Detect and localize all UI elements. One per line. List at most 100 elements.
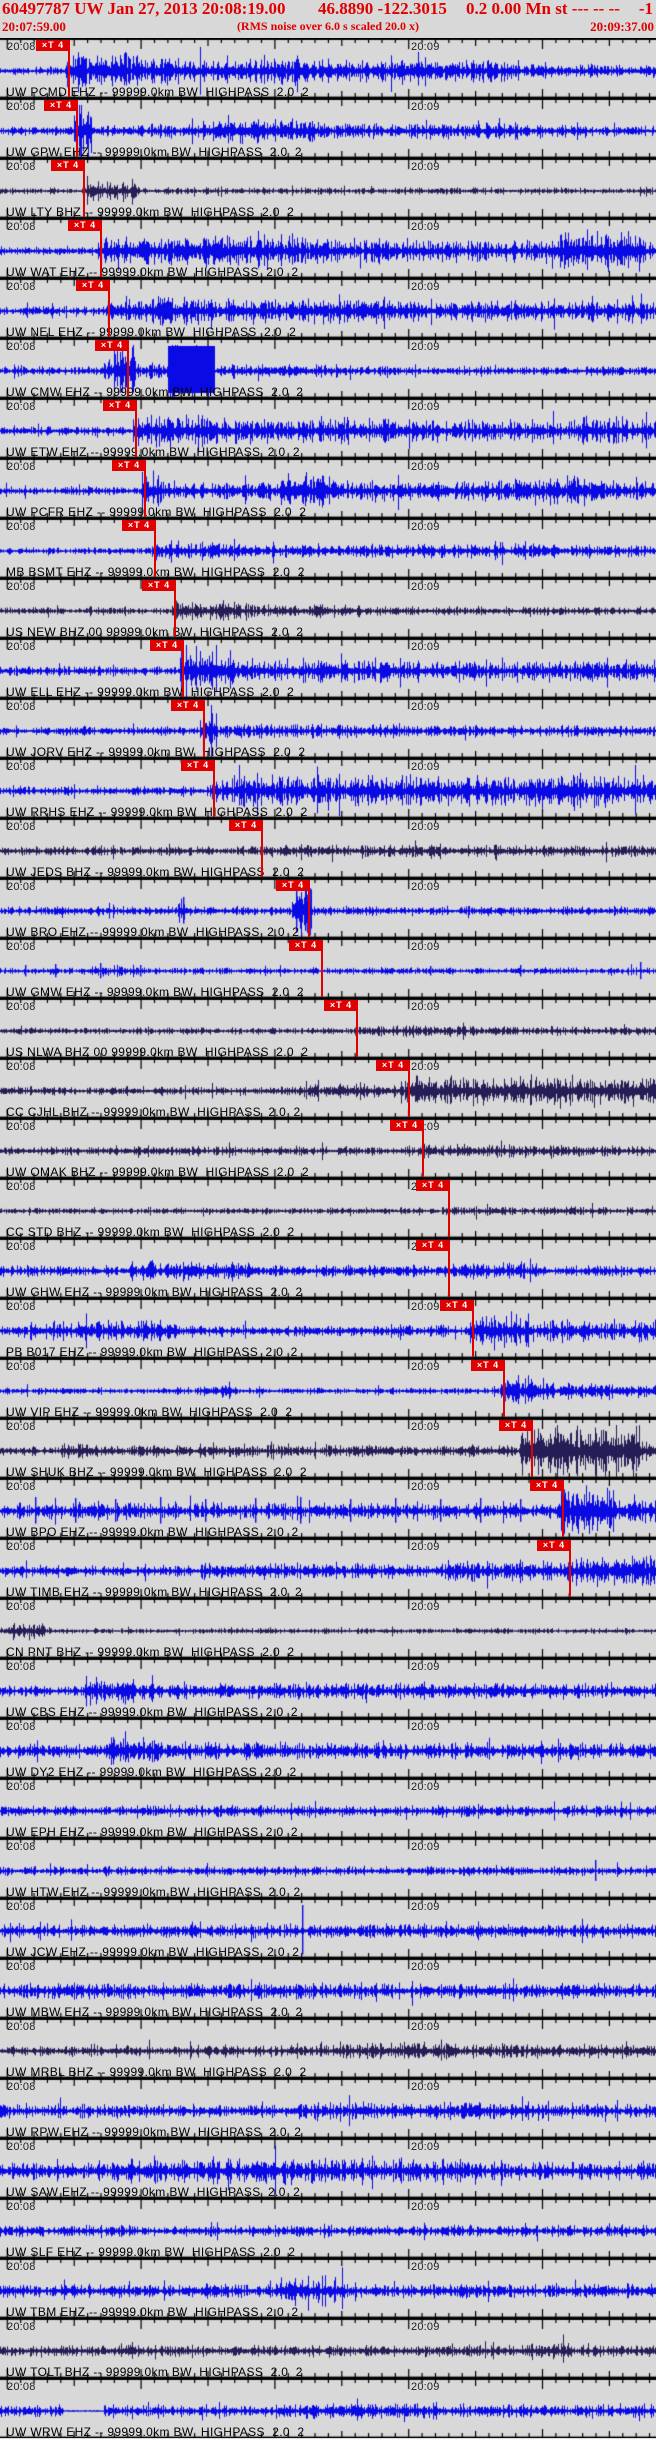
trace-row: 20:08 20:09 UW PCMD EHZ -- 99999.0km BW HI…: [0, 38, 656, 99]
trigger-flag[interactable]: ×T 4: [181, 760, 215, 771]
minute-label-right: 20:09: [411, 41, 440, 53]
trace-row: 20:08 20:09 UW BRO EHZ -- 99999.0km BW HIG…: [0, 878, 656, 939]
event-title-line: 60497787 UW Jan 27, 2013 20:08:19.00 46.…: [0, 0, 656, 18]
trace-row: 20:08 20:09 UW EPH EHZ -- 99999.0km BW HIG…: [0, 1778, 656, 1839]
trace-row: 20:08 20:09 UW TBM EHZ -- 99999.0km BW HIG…: [0, 2258, 656, 2319]
trace-row: 20:08 20:09 UW MBW EHZ -- 99999.0km BW HIG…: [0, 1958, 656, 2019]
station-channel-label: UW RPW EHZ -- 99999.0km BW HIGHPASS 2.0 …: [6, 2125, 302, 2139]
station-channel-label: UW GMW EHZ -- 99999.0km BW HIGHPASS 2.0 …: [6, 985, 304, 999]
trace-row: 20:08 20:09 UW JORV EHZ -- 99999.0km BW HI…: [0, 698, 656, 759]
station-channel-label: UW TBM EHZ -- 99999.0km BW HIGHPASS 2.0 …: [6, 2305, 299, 2319]
trace-row: 20:08 20:09 UW VIP EHZ -- 99999.0km BW HIG…: [0, 1358, 656, 1419]
trigger-flag[interactable]: ×T 4: [51, 160, 85, 171]
trigger-flag[interactable]: ×T 4: [471, 1360, 505, 1371]
minute-label-left: 20:08: [7, 1601, 36, 1613]
minute-label-right: 20:09: [411, 2081, 440, 2093]
trace-row: 20:08 20:09 UW ETW EHZ -- 99999.0km BW HIG…: [0, 398, 656, 459]
trigger-flag[interactable]: ×T 4: [289, 940, 323, 951]
trigger-flag[interactable]: ×T 4: [324, 1000, 358, 1011]
trace-row: 20:08 20:09 UW ELL EHZ -- 99999.0km BW HIG…: [0, 638, 656, 699]
trigger-flag[interactable]: ×T 4: [68, 220, 102, 231]
station-channel-label: UW PCMD EHZ -- 99999.0km BW HIGHPASS 2.0…: [6, 85, 309, 99]
station-channel-label: UW WRW EHZ -- 99999.0km BW HIGHPASS 2.0 …: [6, 2425, 305, 2439]
minute-label-left: 20:08: [7, 1001, 36, 1013]
trigger-flag[interactable]: ×T 4: [44, 100, 78, 111]
minute-label-right: 20:09: [411, 2141, 440, 2153]
minute-label-left: 20:08: [7, 41, 36, 53]
minute-label-right: 20:09: [411, 1661, 440, 1673]
station-channel-label: UW SAW EHZ -- 99999.0km BW HIGHPASS 2.0 …: [6, 2185, 301, 2199]
minute-label-right: 20:09: [411, 2381, 440, 2393]
trace-row: 20:08 20:09 UW NEL EHZ -- 99999.0km BW HIG…: [0, 278, 656, 339]
minute-label-left: 20:08: [7, 1961, 36, 1973]
trace-row: 20:0820:09UW GHW EHZ -- 99999.0km BW HIG…: [0, 1238, 656, 1299]
trace-row: 20:08 20:09 UW GMW EHZ -- 99999.0km BW HIG…: [0, 938, 656, 999]
trace-row: 20:08 20:09 UW HTW EHZ -- 99999.0km BW HIG…: [0, 1838, 656, 1899]
station-channel-label: UW BRO EHZ -- 99999.0km BW HIGHPASS 2.0 …: [6, 925, 300, 939]
station-channel-label: UW GPW EHZ -- 99999.0km BW HIGHPASS 2.0 …: [6, 145, 302, 159]
event-magnitude-info: 0.2 0.00 Mn st --- -- --: [466, 0, 620, 18]
trigger-flag[interactable]: ×T 4: [416, 1180, 450, 1191]
trigger-flag[interactable]: ×T 4: [499, 1420, 533, 1431]
trigger-flag[interactable]: ×T 4: [416, 1240, 450, 1251]
minute-label-left: 20:08: [7, 1781, 36, 1793]
station-channel-label: UW BPO EHZ -- 99999.0km BW HIGHPASS 2.0 …: [6, 1525, 299, 1539]
trigger-flag[interactable]: ×T 4: [76, 280, 110, 291]
minute-label-left: 20:08: [7, 521, 36, 533]
trigger-flag[interactable]: ×T 4: [376, 1060, 410, 1071]
station-channel-label: UW ETW EHZ -- 99999.0km BW HIGHPASS 2.0 …: [6, 445, 300, 459]
window-start-time: 20:07:59.00: [2, 19, 66, 34]
trigger-flag[interactable]: ×T 4: [440, 1300, 474, 1311]
minute-label-left: 20:08: [7, 1301, 36, 1313]
trace-row: 20:0820:09CC STD BHZ -- 99999.0km BW HIG…: [0, 1178, 656, 1239]
trace-row: 20:08 20:09 PB B017 EHZ -- 99999.0km BW HI…: [0, 1298, 656, 1359]
minute-label-left: 20:08: [7, 221, 36, 233]
minute-label-right: 20:09: [411, 1481, 440, 1493]
minute-label-left: 20:08: [7, 941, 36, 953]
station-channel-label: PB B017 EHZ -- 99999.0km BW HIGHPASS 2.0…: [6, 1345, 298, 1359]
trigger-flag[interactable]: ×T 4: [390, 1120, 424, 1131]
trace-row: 20:08 20:09 UW MRBL BHZ -- 99999.0km BW HI…: [0, 2018, 656, 2079]
minute-label-left: 20:08: [7, 1901, 36, 1913]
minute-label-right: 20:09: [411, 2021, 440, 2033]
trigger-flag[interactable]: ×T 4: [112, 460, 146, 471]
minute-label-left: 20:08: [7, 1841, 36, 1853]
minute-label-left: 20:08: [7, 2081, 36, 2093]
station-channel-label: UW DY2 EHZ -- 99999.0km BW HIGHPASS 2.0 …: [6, 1765, 297, 1779]
trigger-flag[interactable]: ×T 4: [276, 880, 310, 891]
minute-label-left: 20:08: [7, 1721, 36, 1733]
trigger-flag[interactable]: ×T 4: [537, 1540, 571, 1551]
minute-label-left: 20:08: [7, 2381, 36, 2393]
minute-label-left: 20:08: [7, 461, 36, 473]
trigger-flag[interactable]: ×T 4: [142, 580, 176, 591]
trace-row: 20:08 20:09 UW DY2 EHZ -- 99999.0km BW HIG…: [0, 1718, 656, 1779]
trace-row: 20:08 20:09 UW GPW EHZ -- 99999.0km BW HIG…: [0, 98, 656, 159]
trace-row: 20:08 20:09 MB BSMT EHZ -- 99999.0km BW HI…: [0, 518, 656, 579]
trigger-flag[interactable]: ×T 4: [36, 40, 70, 51]
minute-label-left: 20:08: [7, 2321, 36, 2333]
minute-label-right: 20:09: [411, 2321, 440, 2333]
minute-label-left: 20:08: [7, 1481, 36, 1493]
trigger-flag[interactable]: ×T 4: [530, 1480, 564, 1491]
station-channel-label: UW MBW EHZ -- 99999.0km BW HIGHPASS 2.0 …: [6, 2005, 303, 2019]
trace-row: 20:08 20:09 UW BPO EHZ -- 99999.0km BW HIG…: [0, 1478, 656, 1539]
station-channel-label: CC STD BHZ -- 99999.0km BW HIGHPASS 2.0 …: [6, 1225, 295, 1239]
trace-row: 20:08 20:09 UW OMAK BHZ -- 99999.0km BW HI…: [0, 1118, 656, 1179]
trigger-flag[interactable]: ×T 4: [122, 520, 156, 531]
minute-label-right: 20:09: [411, 281, 440, 293]
window-end-time: 20:09:37.00: [590, 19, 654, 34]
trace-row: 20:08 20:09 UW TIMB EHZ -- 99999.0km BW HI…: [0, 1538, 656, 1599]
trigger-flag[interactable]: ×T 4: [103, 400, 137, 411]
trigger-flag[interactable]: ×T 4: [229, 820, 263, 831]
minute-label-right: 20:09: [411, 1541, 440, 1553]
station-channel-label: UW CMW EHZ -- 99999.0km BW HIGHPASS 2.0 …: [6, 385, 304, 399]
station-channel-label: CC CJHL BHZ -- 99999.0km BW HIGHPASS 2.0…: [6, 1105, 301, 1119]
trigger-flag[interactable]: ×T 4: [171, 700, 205, 711]
event-id-and-time: 60497787 UW Jan 27, 2013 20:08:19.00: [2, 0, 286, 18]
minute-label-left: 20:08: [7, 1661, 36, 1673]
trigger-flag[interactable]: ×T 4: [150, 640, 184, 651]
minute-label-right: 20:09: [411, 881, 440, 893]
minute-label-left: 20:08: [7, 1361, 36, 1373]
trace-row: 20:08 20:09 UW SLF EHZ -- 99999.0km BW HIG…: [0, 2198, 656, 2259]
trigger-flag[interactable]: ×T 4: [95, 340, 129, 351]
